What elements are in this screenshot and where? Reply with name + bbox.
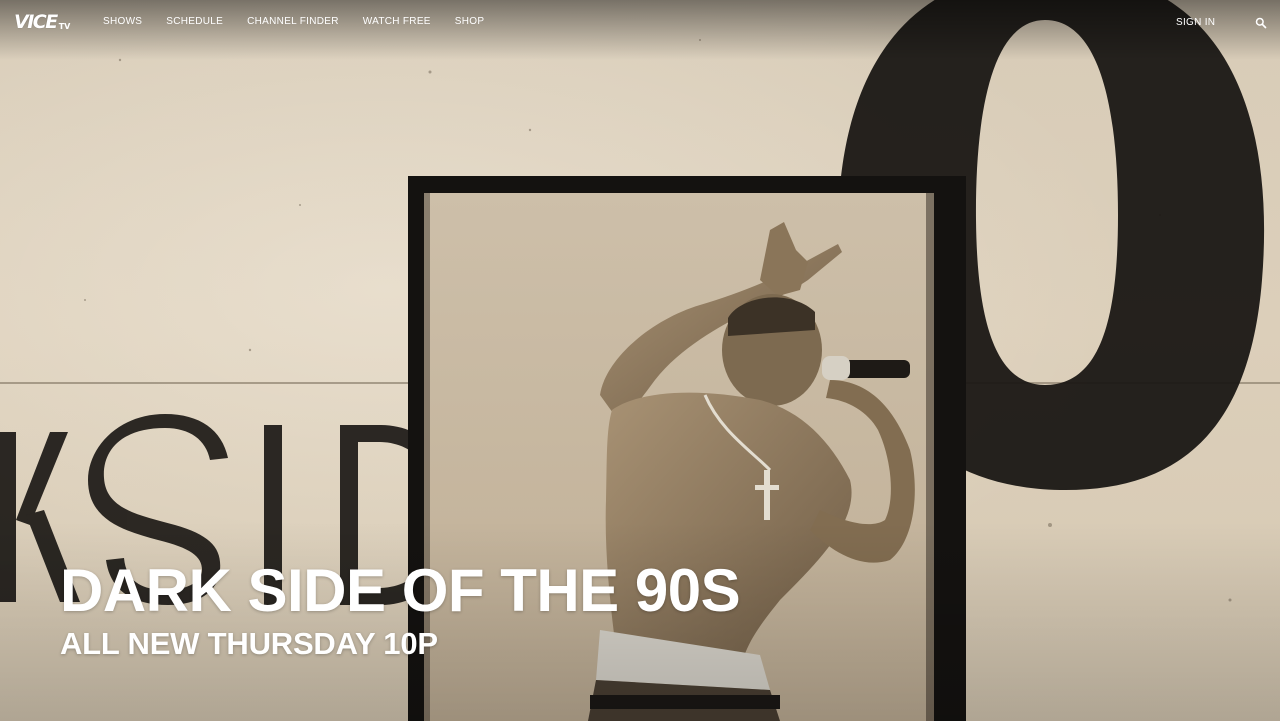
hero-subtitle: ALL NEW THURSDAY 10P: [60, 626, 438, 661]
nav-menu: SHOWS SCHEDULE CHANNEL FINDER WATCH FREE…: [103, 16, 508, 28]
nav-item-shows[interactable]: SHOWS: [103, 16, 142, 28]
nav-item-channel-finder[interactable]: CHANNEL FINDER: [247, 16, 339, 28]
sign-in-link[interactable]: SIGN IN: [1176, 17, 1215, 29]
nav-item-watch-free[interactable]: WATCH FREE: [363, 16, 431, 28]
nav-item-schedule[interactable]: SCHEDULE: [166, 16, 223, 28]
page: VICE TV SHOWS SCHEDULE CHANNEL FINDER WA…: [0, 0, 1280, 721]
search-icon[interactable]: [1255, 16, 1267, 29]
nav-item-shop[interactable]: SHOP: [455, 16, 485, 28]
hero-title: DARK SIDE OF THE 90S: [60, 557, 741, 624]
top-nav: VICE TV SHOWS SCHEDULE CHANNEL FINDER WA…: [0, 0, 1280, 44]
logo-tv-mark: TV: [58, 22, 71, 31]
logo-wordmark: VICE: [14, 11, 58, 33]
vice-tv-logo[interactable]: VICE TV: [14, 11, 71, 33]
